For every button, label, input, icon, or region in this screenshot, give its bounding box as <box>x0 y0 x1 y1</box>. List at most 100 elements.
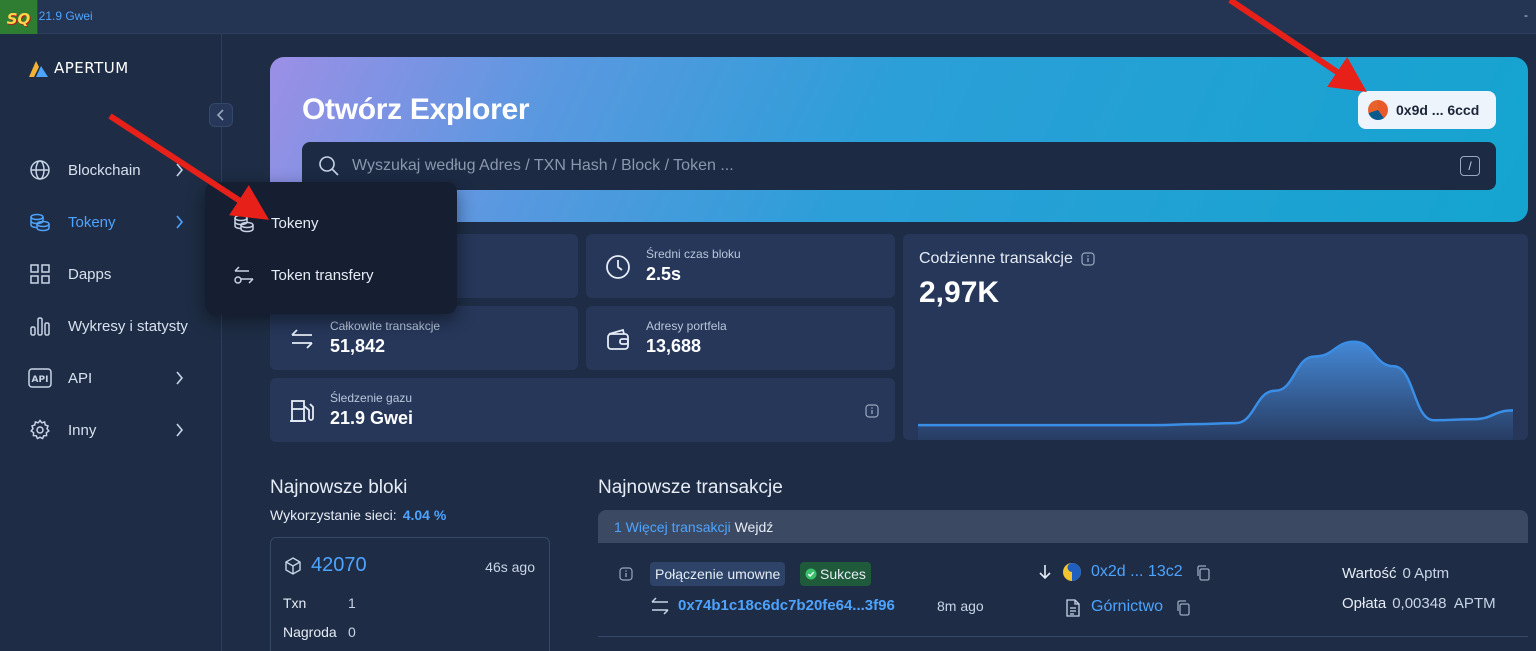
more-transactions-link[interactable]: 1 Więcej transakcji <box>614 519 731 535</box>
wallet-address-button[interactable]: 0x9d ... 6ccd <box>1358 91 1496 129</box>
brand-name: APERTUM <box>54 59 129 77</box>
fee-amount: 0,00348 APTM <box>1392 595 1496 612</box>
util-value: 4.04 % <box>402 507 447 523</box>
brand-logo[interactable]: APERTUM <box>28 58 129 78</box>
stat-card-wallets: Adresy portfela 13,688 <box>586 306 895 370</box>
wallet-address: 0x9d ... 6ccd <box>1396 102 1480 118</box>
chevron-right-icon <box>176 215 184 229</box>
search-input[interactable] <box>352 154 1432 178</box>
info-icon[interactable] <box>865 404 879 418</box>
swap-arrows-icon <box>288 325 316 353</box>
swap-arrows-icon <box>651 597 669 615</box>
fee-label: Opłata <box>1342 595 1387 612</box>
chart-value: 2,97K <box>919 276 1000 309</box>
stat-label: Całkowite transakcje <box>330 319 441 333</box>
collapse-sidebar-button[interactable] <box>209 103 233 127</box>
chevron-right-icon <box>176 371 184 385</box>
txn-value: 1 <box>348 595 356 611</box>
stat-value: 51,842 <box>330 336 386 356</box>
stat-card-gas-tracker: Śledzenie gazu 21.9 Gwei <box>270 378 895 442</box>
from-address-link[interactable]: 0x2d ... 13c2 <box>1091 563 1183 581</box>
sidebar-item-label: Blockchain <box>68 161 141 179</box>
block-age: 46s ago <box>485 559 535 575</box>
network-utilization: Wykorzystanie sieci: 4.04 % <box>270 507 446 523</box>
gas-pump-icon <box>288 397 316 425</box>
chart-line <box>917 340 1514 427</box>
bar-chart-icon <box>28 314 52 338</box>
search-bar: / <box>302 142 1496 190</box>
sidebar-item-label: Dapps <box>68 265 112 283</box>
api-icon: API <box>28 366 52 390</box>
sidebar-item-charts[interactable]: Wykresy i statysty <box>28 311 198 341</box>
page-title: Otwórz Explorer <box>302 93 530 126</box>
info-icon[interactable] <box>619 567 633 581</box>
stat-label: Śledzenie gazu <box>330 391 413 405</box>
block-card[interactable]: 42070 46s ago Txn 1 Nagroda 0 <box>270 537 550 651</box>
daily-transactions-chart: Codzienne transakcje 2,97K <box>903 234 1528 440</box>
txn-label: Txn <box>283 595 307 611</box>
tx-status-text: Sukces <box>820 566 866 582</box>
wallet-icon <box>604 325 632 353</box>
search-shortcut-key: / <box>1460 156 1480 176</box>
tx-value: Wartość 0 Aptm <box>1342 565 1449 582</box>
stat-value: 2.5s <box>646 264 682 284</box>
globe-icon <box>28 158 52 182</box>
more-transactions-bar: 1 Więcej transakcji Wejdź <box>598 510 1528 543</box>
chart-title-text: Codzienne transakcje <box>919 250 1073 267</box>
cube-icon <box>285 557 301 575</box>
copy-icon[interactable] <box>1196 565 1210 581</box>
menu-item-label: Token transfery <box>271 266 374 284</box>
gas-price-text: : 21.9 Gwei <box>32 9 93 23</box>
address-avatar-icon <box>1063 563 1081 581</box>
stat-value: 13,688 <box>646 336 702 356</box>
reward-label: Nagroda <box>283 624 337 640</box>
info-icon[interactable] <box>1081 252 1095 266</box>
latest-blocks-title: Najnowsze bloki <box>270 477 408 498</box>
sidebar-item-label: Tokeny <box>68 213 116 231</box>
sidebar-item-dapps[interactable]: Dapps <box>28 259 198 289</box>
tx-type-badge: Połączenie umowne <box>650 562 786 586</box>
hero-banner: Otwórz Explorer 0x9d ... 6ccd / <box>270 57 1528 222</box>
reward-value: 0 <box>348 624 356 640</box>
copy-icon[interactable] <box>1176 600 1190 616</box>
tx-fee: Opłata 0,00348 APTM <box>1342 595 1496 612</box>
block-number-link[interactable]: 42070 <box>311 554 367 577</box>
stat-card-total-transactions: Całkowite transakcje 51,842 <box>270 306 578 370</box>
menu-item-token-transfers[interactable]: Token transfery <box>233 264 374 286</box>
enter-link[interactable]: Wejdź <box>735 519 774 535</box>
menu-item-tokeny[interactable]: Tokeny <box>233 212 319 234</box>
stat-card-block-time: Średni czas bloku 2.5s <box>586 234 895 298</box>
tx-status-badge: Sukces <box>800 562 871 586</box>
method-link[interactable]: Górnictwo <box>1091 598 1163 616</box>
sidebar-item-tokeny[interactable]: Tokeny <box>28 207 198 237</box>
sidebar-item-api[interactable]: API API <box>28 363 198 393</box>
sidebar-item-label: Inny <box>68 421 97 439</box>
gear-icon <box>28 418 52 442</box>
apertum-logo-icon <box>29 61 48 77</box>
tokeny-dropdown-menu: Tokeny Token transfery <box>205 182 457 314</box>
transaction-row[interactable]: Połączenie umowne Sukces 0x74b1c18c6dc7b… <box>598 543 1528 637</box>
chevron-right-icon <box>176 163 184 177</box>
menu-item-label: Tokeny <box>271 214 319 232</box>
search-icon <box>319 156 339 176</box>
util-label: Wykorzystanie sieci: <box>270 507 397 523</box>
top-bar: : 21.9 Gwei - <box>0 0 1536 34</box>
sidebar <box>0 34 222 651</box>
chevron-right-icon <box>176 423 184 437</box>
chevron-left-icon <box>216 109 224 121</box>
coins-icon <box>234 214 254 233</box>
sidebar-item-blockchain[interactable]: Blockchain <box>28 155 198 185</box>
sidebar-item-other[interactable]: Inny <box>28 415 198 445</box>
tx-age: 8m ago <box>937 598 984 614</box>
token-transfer-icon <box>234 266 254 284</box>
stat-value: 21.9 Gwei <box>330 408 414 428</box>
latest-transactions-title: Najnowsze transakcje <box>598 477 783 498</box>
grid-icon <box>28 262 52 286</box>
tx-hash-link[interactable]: 0x74b1c18c6dc7b20fe64...3f96 <box>678 597 895 614</box>
sidebar-item-label: API <box>68 369 93 387</box>
document-icon <box>1066 599 1080 617</box>
clock-icon <box>604 253 632 281</box>
stat-label: Adresy portfela <box>646 319 727 333</box>
value-amount: 0 Aptm <box>1402 565 1450 582</box>
value-label: Wartość <box>1342 565 1397 582</box>
